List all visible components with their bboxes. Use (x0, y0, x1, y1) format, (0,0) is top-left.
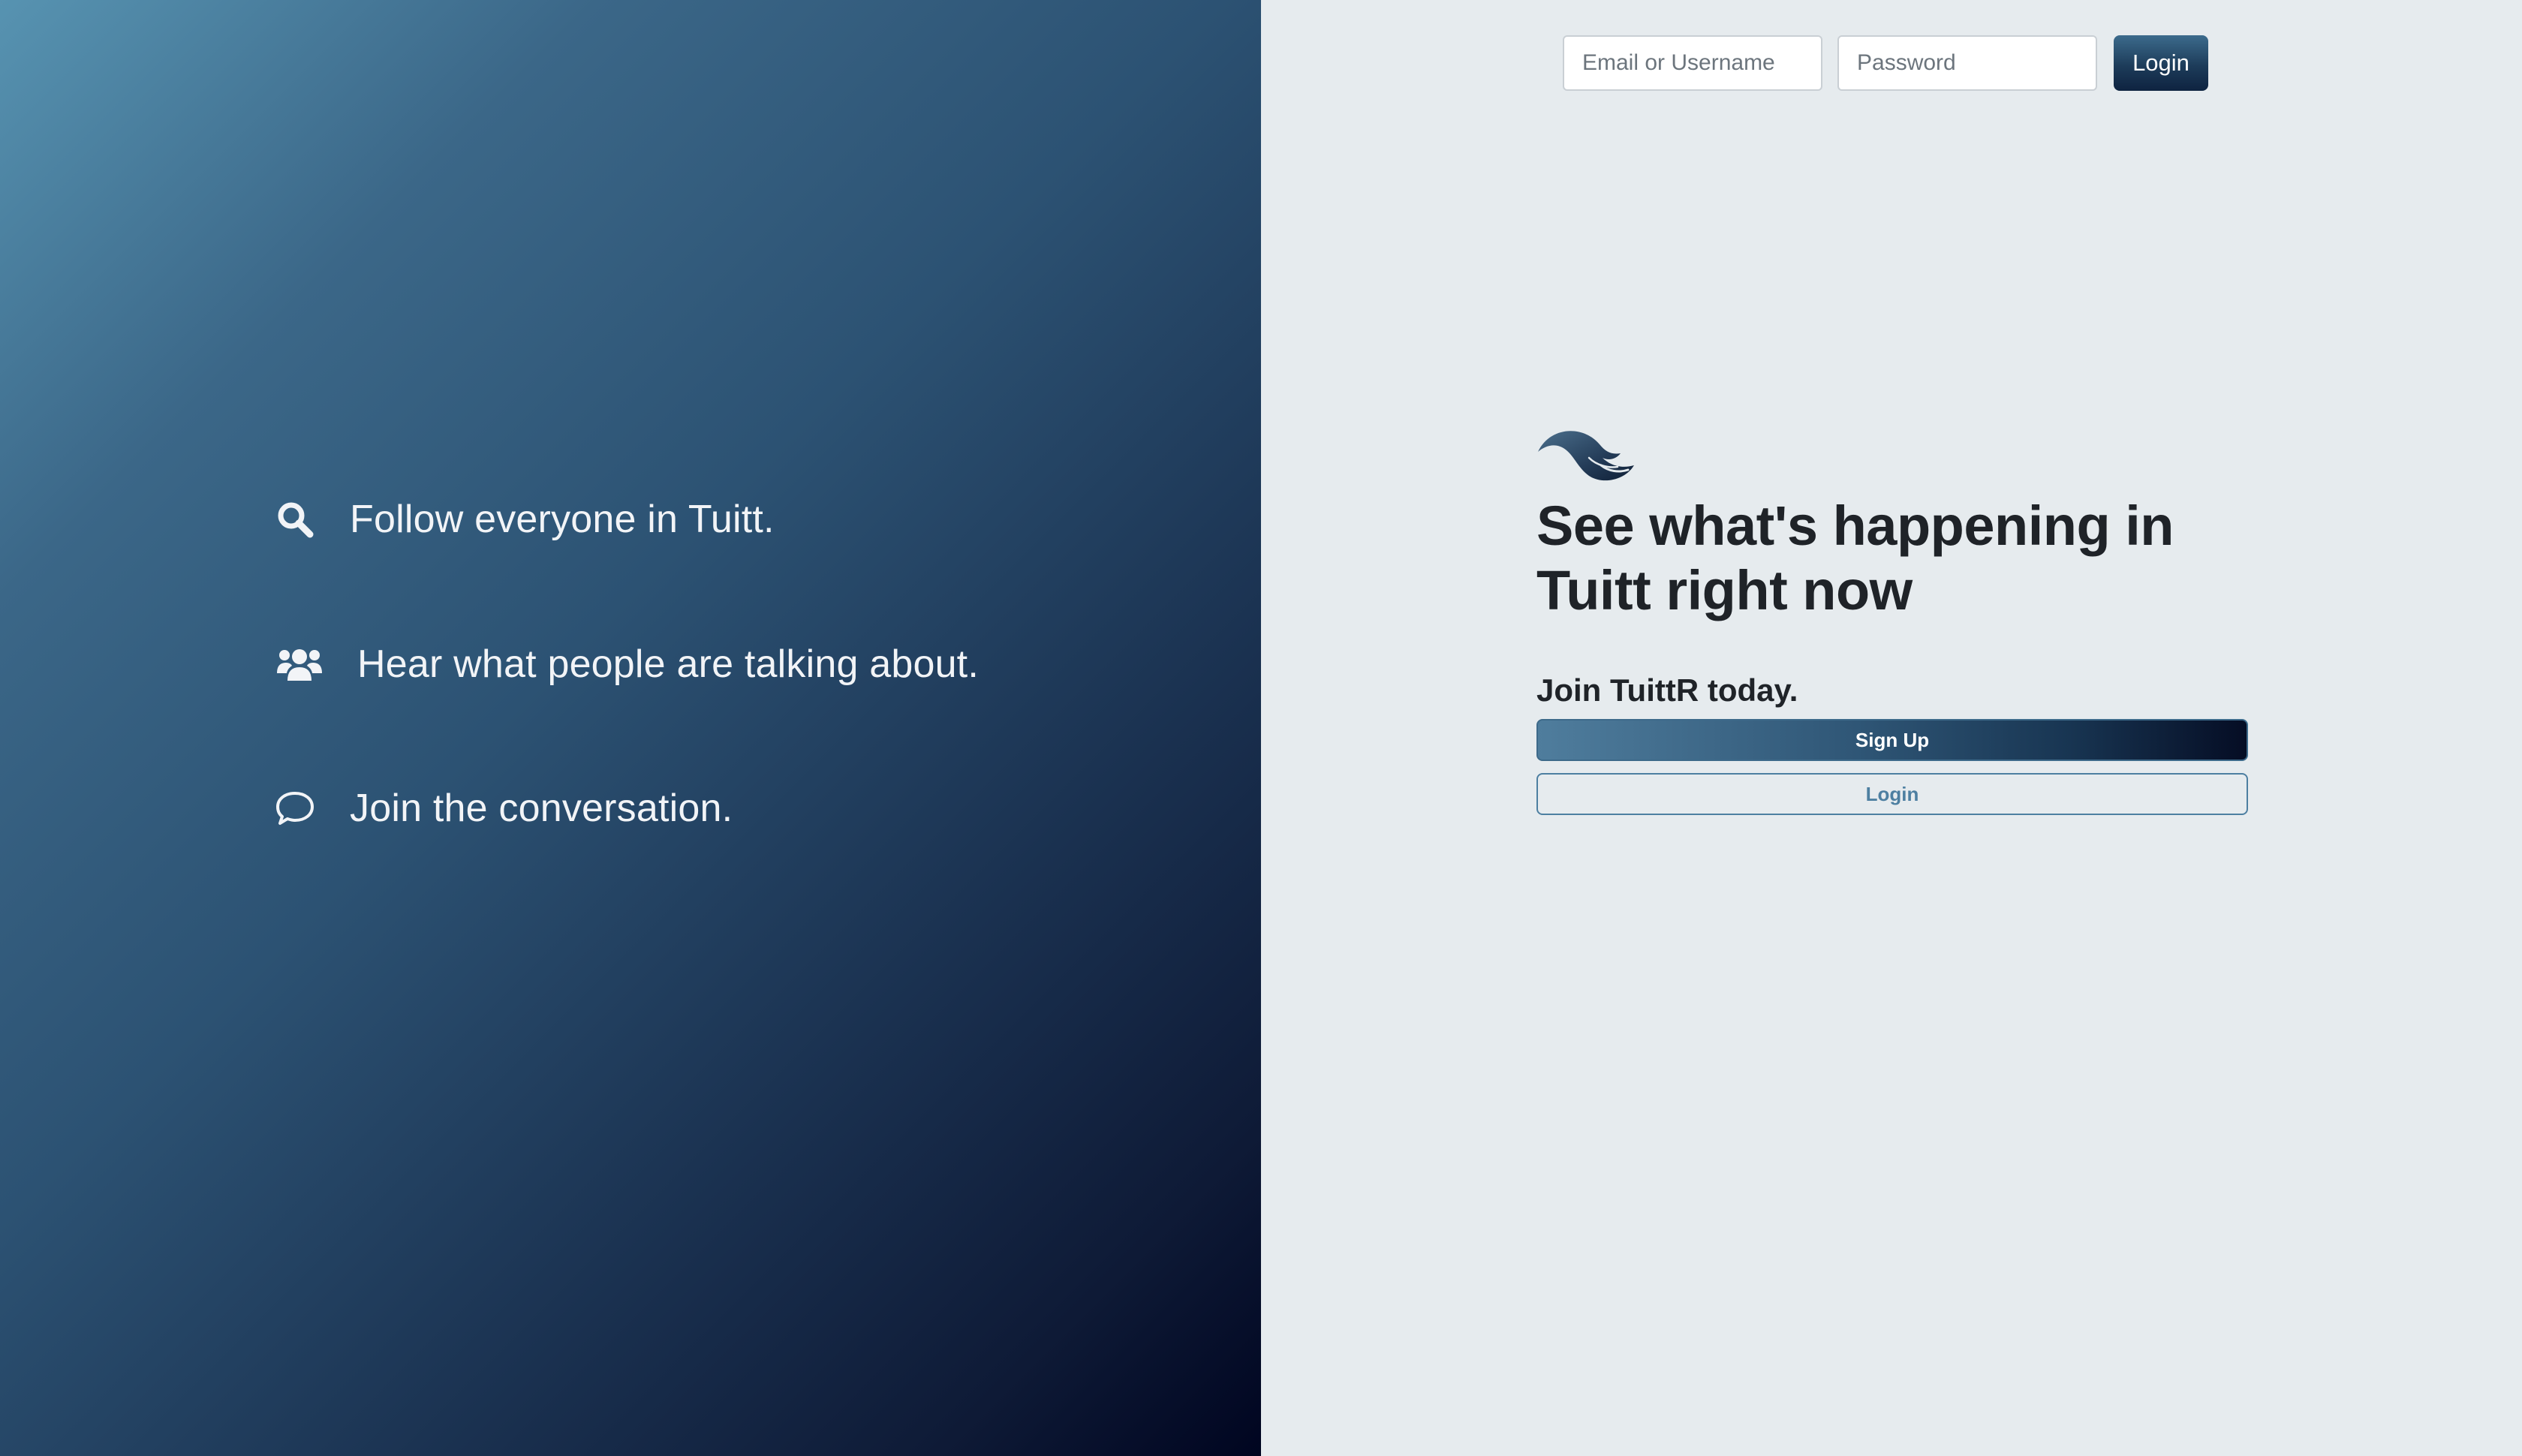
tuitt-logo (1536, 422, 1639, 488)
login-button[interactable]: Login (1536, 773, 2248, 815)
hero: See what's happening in Tuitt right now … (1536, 422, 2257, 815)
sign-up-button[interactable]: Sign Up (1536, 719, 2248, 761)
users-icon (275, 644, 324, 684)
feature-follow: Follow everyone in Tuitt. (275, 497, 775, 542)
features-panel: Follow everyone in Tuitt. Hear what peop… (0, 0, 1261, 1456)
join-heading: Join TuittR today. (1536, 672, 1798, 708)
header-login-button[interactable]: Login (2114, 35, 2208, 91)
feature-text: Hear what people are talking about. (357, 642, 979, 686)
chat-bubble-icon (275, 788, 315, 829)
feature-text: Follow everyone in Tuitt. (350, 498, 775, 541)
login-form: Login (1563, 35, 2208, 91)
landing-page: Follow everyone in Tuitt. Hear what peop… (0, 0, 2522, 1456)
email-username-input[interactable] (1563, 35, 1822, 91)
headline-line-1: See what's happening in (1536, 495, 2174, 557)
feature-text: Join the conversation. (350, 787, 733, 830)
feature-join: Join the conversation. (275, 786, 733, 831)
feature-hear: Hear what people are talking about. (275, 642, 979, 687)
auth-panel: Login See what's (1261, 0, 2522, 1456)
password-input[interactable] (1837, 35, 2097, 91)
headline-line-2: Tuitt right now (1536, 559, 1913, 621)
page-title: See what's happening in Tuitt right now (1536, 494, 2257, 623)
search-icon (275, 499, 315, 540)
